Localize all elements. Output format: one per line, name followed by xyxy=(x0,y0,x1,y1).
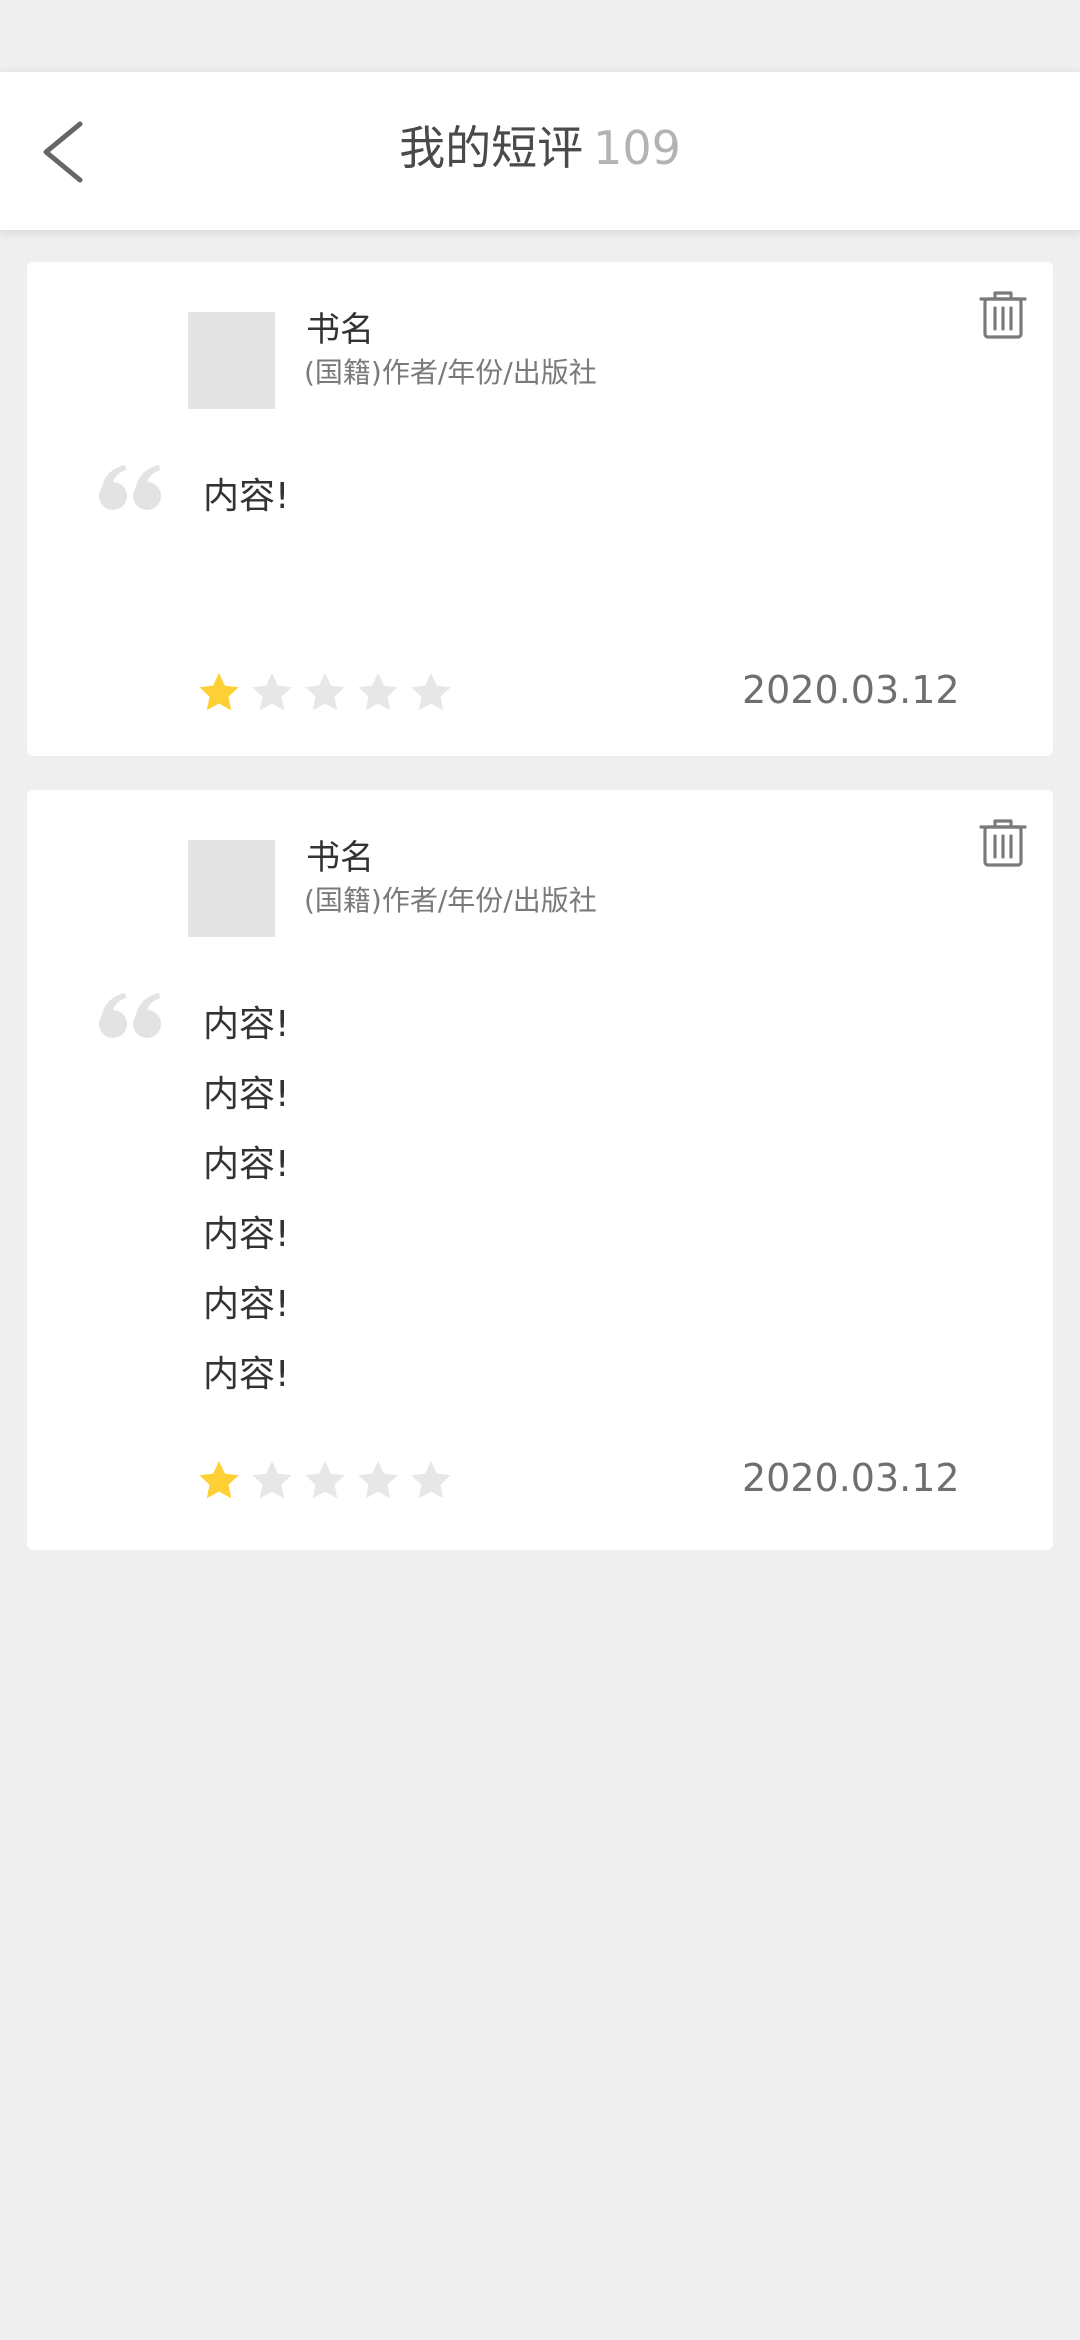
review-content-line: 内容! xyxy=(203,1214,290,1255)
review-content-line: 内容! xyxy=(203,476,290,517)
star-filled-icon xyxy=(199,673,239,711)
star-empty-icon xyxy=(411,1461,451,1499)
review-card[interactable]: 书名 (国籍)作者/年份/出版社 内容! 2020.03.12 xyxy=(27,262,1053,756)
star-empty-icon xyxy=(252,1461,292,1499)
star-empty-icon xyxy=(305,673,345,711)
trash-icon xyxy=(979,819,1027,867)
book-title[interactable]: 书名 xyxy=(306,836,374,880)
review-date: 2020.03.12 xyxy=(742,1456,960,1500)
star-empty-icon xyxy=(358,673,398,711)
book-meta: (国籍)作者/年份/出版社 xyxy=(304,884,597,917)
delete-button[interactable] xyxy=(977,816,1029,868)
review-content-line: 内容! xyxy=(203,1354,290,1395)
review-count: 109 xyxy=(593,121,681,175)
page-title-text: 我的短评 xyxy=(399,121,584,175)
quote-icon xyxy=(99,993,161,1038)
rating-stars xyxy=(197,670,453,714)
review-content-line: 内容! xyxy=(203,1284,290,1325)
book-title[interactable]: 书名 xyxy=(306,308,374,352)
rating-stars xyxy=(197,1458,453,1502)
book-meta: (国籍)作者/年份/出版社 xyxy=(304,356,597,389)
review-card[interactable]: 书名 (国籍)作者/年份/出版社 内容! 内容! 内容! 内容! 内容! 内容!… xyxy=(27,790,1053,1550)
star-empty-icon xyxy=(411,673,451,711)
review-content-line: 内容! xyxy=(203,1004,290,1045)
star-empty-icon xyxy=(252,673,292,711)
trash-icon xyxy=(979,291,1027,339)
quote-icon xyxy=(99,465,161,510)
star-empty-icon xyxy=(305,1461,345,1499)
book-cover-image[interactable] xyxy=(188,312,275,409)
review-date: 2020.03.12 xyxy=(742,668,960,712)
page-title: 我的短评 109 xyxy=(0,112,1080,184)
review-content-line: 内容! xyxy=(203,1074,290,1115)
star-empty-icon xyxy=(358,1461,398,1499)
review-content: 内容! 内容! 内容! 内容! 内容! 内容! xyxy=(203,990,289,1410)
header-bar: 我的短评 109 xyxy=(0,72,1080,230)
review-content-line: 内容! xyxy=(203,1144,290,1185)
review-content: 内容! xyxy=(203,462,289,532)
star-filled-icon xyxy=(199,1461,239,1499)
book-cover-image[interactable] xyxy=(188,840,275,937)
delete-button[interactable] xyxy=(977,288,1029,340)
